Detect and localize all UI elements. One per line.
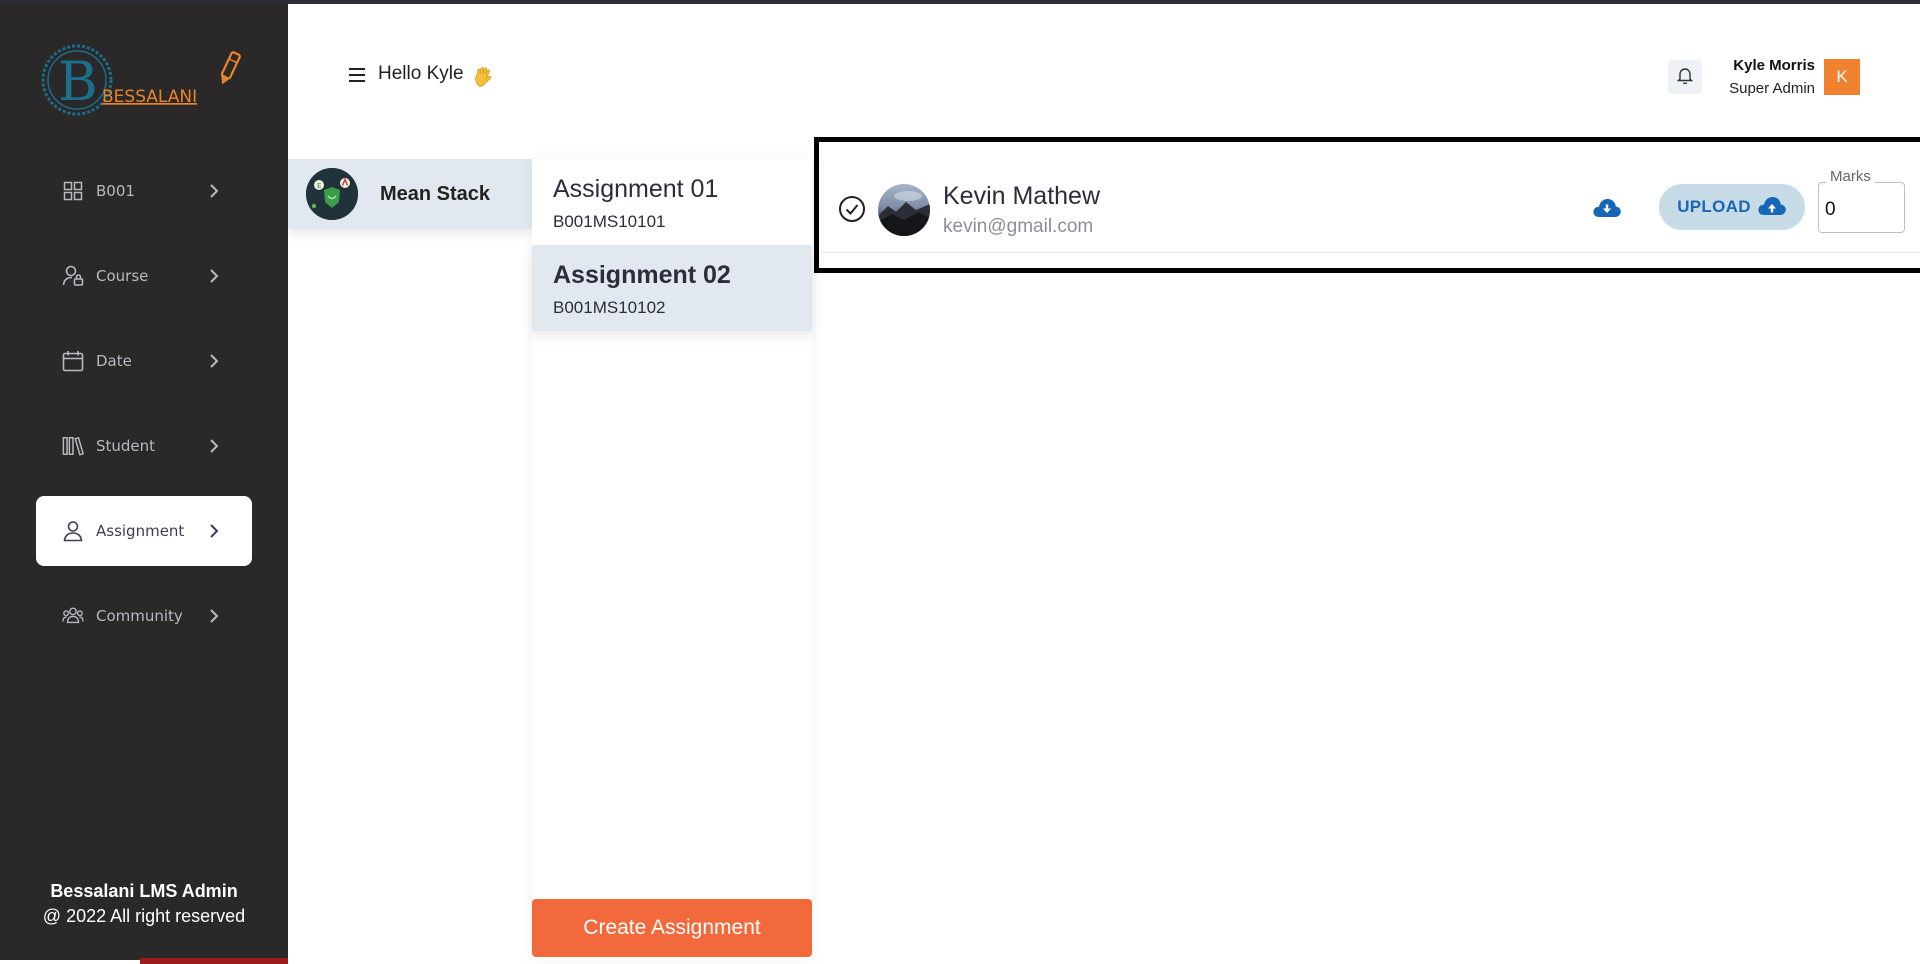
notifications-button[interactable] [1668, 60, 1702, 94]
top-border [0, 0, 1920, 4]
assignment-item[interactable]: Assignment 01 B001MS10101 [532, 159, 812, 245]
bessalani-logo[interactable]: B BESSALANI [40, 42, 250, 122]
chevron-right-icon [204, 436, 224, 456]
check-circle-icon[interactable] [838, 195, 866, 223]
student-name: Kevin Mathew [943, 182, 1101, 210]
student-avatar [878, 184, 930, 236]
create-assignment-button[interactable]: Create Assignment [532, 899, 812, 957]
sidebar-footer: Bessalani LMS Admin @ 2022 All right res… [0, 881, 288, 927]
course-item-mean-stack[interactable]: E Mean Stack [288, 159, 532, 229]
upload-label: UPLOAD [1677, 197, 1751, 216]
submission-panel: Kevin Mathew kevin@gmail.com UPLOAD Mark… [814, 137, 1920, 273]
assignment-title: Assignment 01 [553, 175, 719, 203]
calendar-icon [62, 350, 84, 372]
course-name: Mean Stack [380, 182, 491, 205]
mean-stack-logo-icon: E [306, 168, 358, 220]
sidebar-item-label: Student [96, 437, 156, 455]
cloud-download-icon[interactable] [1592, 196, 1622, 222]
marks-label: Marks [1826, 168, 1875, 185]
cloud-upload-icon [1757, 195, 1787, 219]
chevron-right-icon [204, 606, 224, 626]
sidebar-item-assignment[interactable]: Assignment [36, 496, 252, 566]
upload-button[interactable]: UPLOAD [1659, 184, 1805, 230]
user-name: Kyle Morris [1733, 57, 1815, 74]
sidebar-item-community[interactable]: Community [36, 581, 252, 651]
sidebar-item-label: Date [96, 352, 132, 370]
logo-text: BESSALANI [102, 87, 197, 107]
bell-icon [1676, 66, 1694, 88]
chevron-right-icon [204, 521, 224, 541]
sidebar-item-course[interactable]: Course [36, 241, 252, 311]
menu-icon[interactable] [346, 66, 368, 84]
marks-input[interactable] [1825, 197, 1899, 223]
assignment-title: Assignment 02 [553, 261, 731, 289]
course-logo-letter: E [317, 182, 321, 190]
footer-copyright: @ 2022 All right reserved [42, 906, 246, 926]
assignment-list: Assignment 01 B001MS10101 Assignment 02 … [532, 159, 812, 960]
users-icon [62, 605, 84, 627]
library-icon [62, 435, 84, 457]
user-lock-icon [62, 265, 84, 287]
assignment-item-selected[interactable]: Assignment 02 B001MS10102 [532, 245, 812, 331]
decorative-line [140, 958, 288, 964]
sidebar-nav: B001 Course Date Student Assignment Comm… [36, 156, 252, 666]
chevron-right-icon [204, 181, 224, 201]
submission-row: Kevin Mathew kevin@gmail.com UPLOAD Mark… [821, 142, 1920, 253]
chevron-right-icon [204, 266, 224, 286]
greeting-text: Hello Kyle [378, 63, 464, 84]
sidebar-item-date[interactable]: Date [36, 326, 252, 396]
sidebar: B BESSALANI B001 Course Date Student Ass… [0, 4, 288, 964]
sidebar-item-label: Assignment [96, 522, 185, 540]
assignment-code: B001MS10102 [553, 298, 666, 317]
sidebar-item-label: Community [96, 607, 183, 625]
chevron-right-icon [204, 351, 224, 371]
sidebar-item-student[interactable]: Student [36, 411, 252, 481]
sidebar-item-label: Course [96, 267, 149, 285]
grid-icon [62, 180, 84, 202]
footer-title: Bessalani LMS Admin [50, 881, 238, 901]
sidebar-item-label: B001 [96, 182, 135, 200]
sidebar-item-b001[interactable]: B001 [36, 156, 252, 226]
assignment-code: B001MS10101 [553, 212, 666, 231]
wave-icon [474, 66, 494, 88]
student-email: kevin@gmail.com [943, 216, 1094, 237]
avatar[interactable]: K [1824, 59, 1860, 95]
logo-letter: B [58, 50, 98, 113]
user-role: Super Admin [1729, 80, 1815, 97]
user-icon [62, 520, 84, 542]
